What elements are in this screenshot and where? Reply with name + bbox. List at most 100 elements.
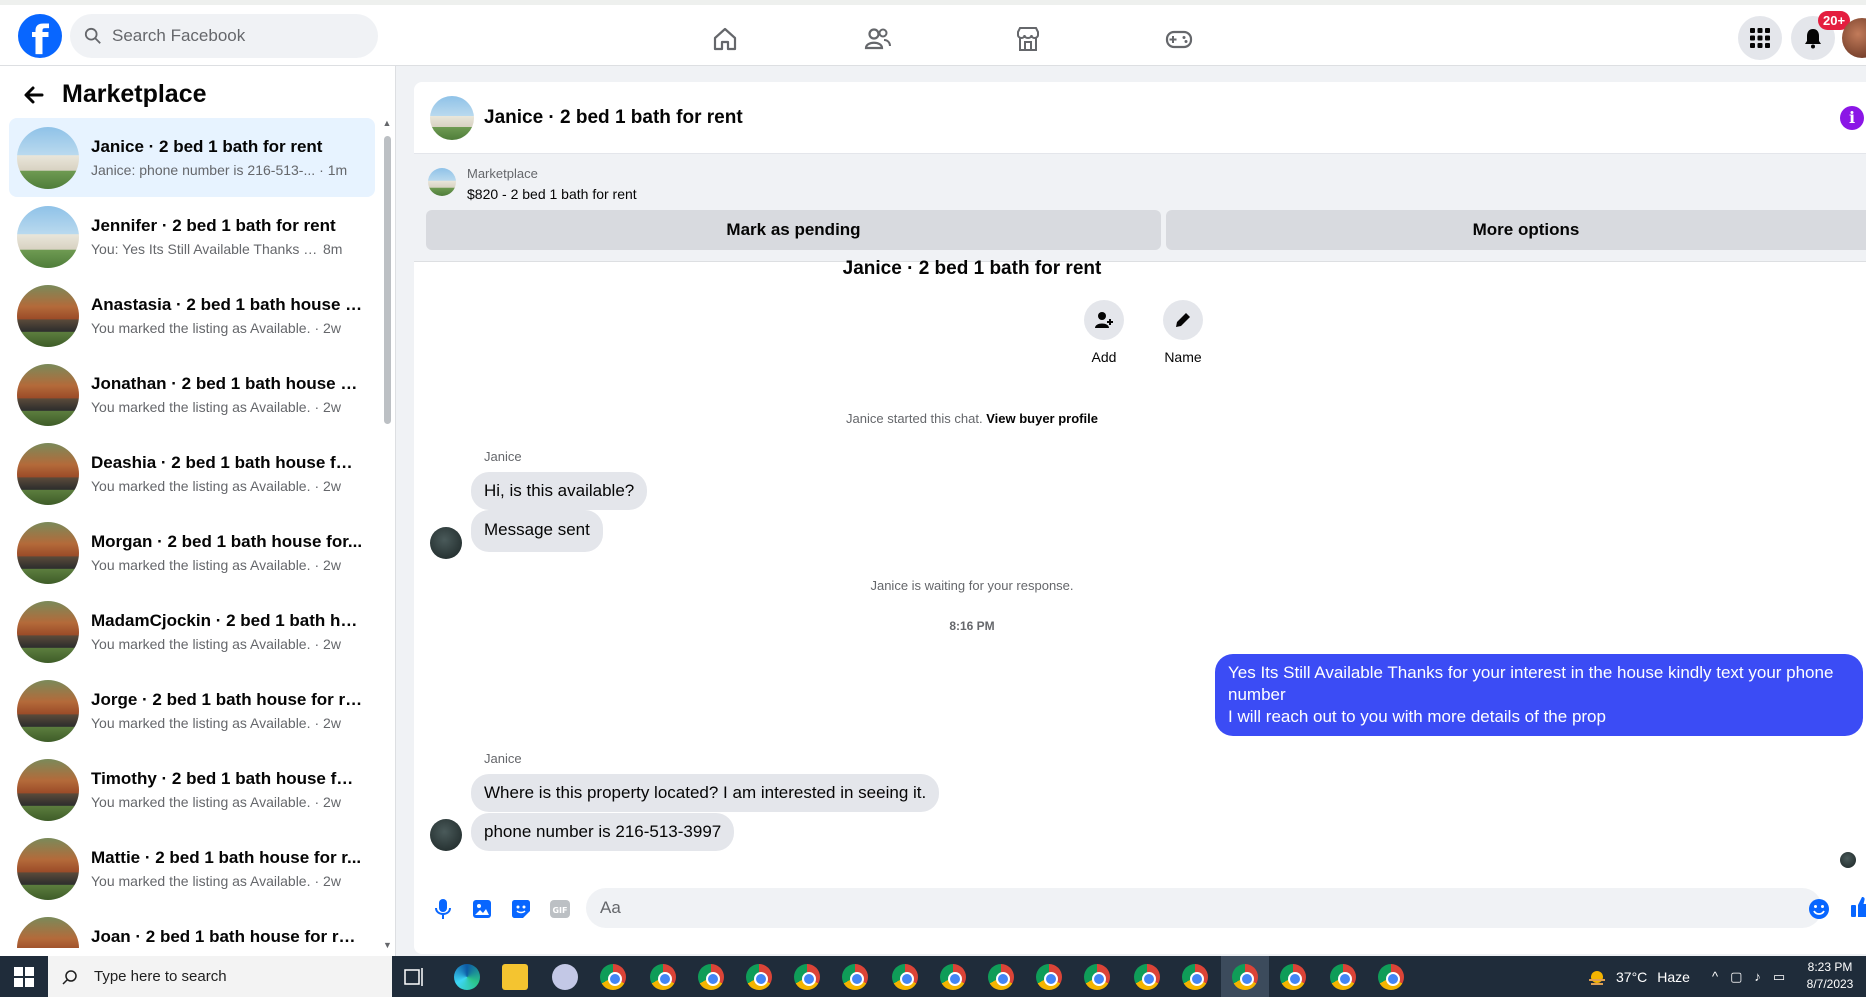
conversation-item[interactable]: Jennifer · 2 bed 1 bath for rent You: Yes… [9,197,375,276]
chrome-browser-icon[interactable] [698,964,724,990]
sticker-icon [512,900,530,918]
conversation-snippet: You marked the listing as Available. [91,794,311,810]
conversation-item[interactable]: Janice · 2 bed 1 bath for rent Janice: ph… [9,118,375,197]
chrome-browser-icon[interactable] [988,964,1014,990]
file-explorer-icon[interactable] [502,964,528,990]
back-button[interactable] [20,81,48,109]
incoming-message[interactable]: Hi, is this available? [471,472,648,510]
volume-icon[interactable]: ♪ [1754,969,1761,984]
mark-as-pending-button[interactable]: Mark as pending [426,210,1161,250]
conversation-title: Morgan · 2 bed 1 bath house for... [91,532,363,551]
emoji-icon [1809,899,1829,919]
outgoing-message[interactable]: Yes Its Still Available Thanks for your … [1215,654,1863,736]
more-options-button[interactable]: More options [1166,210,1866,250]
microphone-icon [435,899,451,919]
conversation-time: · 2w [314,873,341,889]
chat-title[interactable]: Janice · 2 bed 1 bath for rent [484,107,743,129]
facebook-logo[interactable]: f [18,14,62,58]
conversation-item[interactable]: Joan · 2 bed 1 bath house for rentYou ma… [9,908,375,948]
incoming-message[interactable]: Where is this property located? I am int… [471,774,940,812]
chrome-browser-icon[interactable] [1378,964,1404,990]
chrome-browser-icon[interactable] [842,964,868,990]
meet-now-icon[interactable]: ▢ [1730,969,1742,985]
incoming-message[interactable]: Message sent [471,510,603,552]
conversation-snippet: You marked the listing as Available. [91,557,311,573]
name-action[interactable]: Name [1155,300,1211,365]
conversation-title: Jonathan · 2 bed 1 bath house fo... [91,374,363,393]
listing-thumbnail[interactable] [428,168,456,196]
view-buyer-profile-link[interactable]: View buyer profile [986,411,1098,426]
conversation-item[interactable]: Morgan · 2 bed 1 bath house for... You ma… [9,513,375,592]
voice-clip-button[interactable] [430,896,456,922]
chrome-browser-icon[interactable] [1084,964,1110,990]
search-box[interactable] [70,14,378,58]
chrome-browser-icon[interactable] [746,964,772,990]
conversation-text: Timothy · 2 bed 1 bath house for... You m… [91,769,363,810]
network-icon[interactable]: ▭ [1773,969,1785,985]
marketplace-icon [1017,27,1039,51]
chrome-browser-icon[interactable] [1330,964,1356,990]
chrome-browser-icon[interactable] [1232,964,1258,990]
attach-photo-button[interactable] [469,896,495,922]
conversation-item[interactable]: Timothy · 2 bed 1 bath house for... You m… [9,750,375,829]
chrome-browser-icon[interactable] [1036,964,1062,990]
chrome-browser-icon[interactable] [1182,964,1208,990]
conversation-snippet: You marked the listing as Available. [91,715,311,731]
name-button[interactable] [1163,300,1203,340]
chat-listing-thumbnail[interactable] [430,95,474,140]
add-action[interactable]: Add [1076,300,1132,365]
message-input[interactable] [600,898,1700,918]
system-tray: ^ ▢ ♪ ▭ [1712,956,1785,997]
weather-widget[interactable]: 37°C Haze [1586,956,1690,997]
listing-price-title[interactable]: $820 - 2 bed 1 bath for rent [467,186,637,202]
chrome-browser-icon[interactable] [600,964,626,990]
scroll-down-icon[interactable]: ▼ [383,940,392,950]
sticker-button[interactable] [508,896,534,922]
taskbar-search[interactable]: Type here to search [48,956,392,997]
scrollbar-thumb[interactable] [384,136,391,424]
task-view-icon[interactable] [404,966,426,988]
tray-chevron-up-icon[interactable]: ^ [1712,969,1718,984]
edge-browser-icon[interactable] [454,964,480,990]
conversation-item[interactable]: Anastasia · 2 bed 1 bath house f... You m… [9,276,375,355]
menu-button[interactable] [1738,16,1782,60]
chrome-browser-icon[interactable] [1134,964,1160,990]
chrome-browser-icon[interactable] [892,964,918,990]
app-icon[interactable] [552,964,578,990]
search-input[interactable] [112,26,352,46]
sender-avatar[interactable] [430,527,462,559]
svg-text:GIF: GIF [552,906,567,915]
conversation-thumbnail [17,679,79,742]
message-input-box[interactable] [586,888,1822,928]
gaming-nav-button[interactable] [1159,19,1199,59]
info-icon[interactable]: i [1840,106,1864,130]
marketplace-nav-button[interactable] [1008,19,1048,59]
chrome-browser-icon[interactable] [650,964,676,990]
conversation-item[interactable]: MadamCjockin · 2 bed 1 bath ho... You mar… [9,592,375,671]
facebook-logo-letter: f [31,18,49,58]
friends-nav-button[interactable] [857,19,897,59]
conversation-item[interactable]: Deashia · 2 bed 1 bath house for ... You … [9,434,375,513]
chrome-browser-icon[interactable] [794,964,820,990]
conversation-item[interactable]: Jorge · 2 bed 1 bath house for rent You m… [9,671,375,750]
chrome-browser-icon[interactable] [1280,964,1306,990]
add-person-button[interactable] [1084,300,1124,340]
conversation-item[interactable]: Jonathan · 2 bed 1 bath house fo... You m… [9,355,375,434]
home-nav-button[interactable] [705,19,745,59]
conversation-text: Jonathan · 2 bed 1 bath house fo... You m… [91,374,363,415]
like-button[interactable] [1848,894,1866,920]
scroll-up-icon[interactable]: ▲ [382,118,392,128]
add-label: Add [1091,349,1117,365]
sidebar-scrollbar[interactable]: ▲ ▼ [382,118,392,950]
conversation-title: Mattie · 2 bed 1 bath house for r... [91,848,362,867]
gif-button[interactable]: GIF [547,896,573,922]
windows-start-icon[interactable] [14,967,34,987]
conversation-thumbnail [17,442,79,505]
emoji-button[interactable] [1806,896,1832,922]
conversation-item[interactable]: Mattie · 2 bed 1 bath house for r... You … [9,829,375,908]
taskbar-clock[interactable]: 8:23 PM 8/7/2023 [1800,959,1860,993]
chrome-browser-icon[interactable] [940,964,966,990]
sender-name: Janice [484,449,522,464]
incoming-message[interactable]: phone number is 216-513-3997 [471,813,735,851]
sender-avatar[interactable] [430,819,462,851]
